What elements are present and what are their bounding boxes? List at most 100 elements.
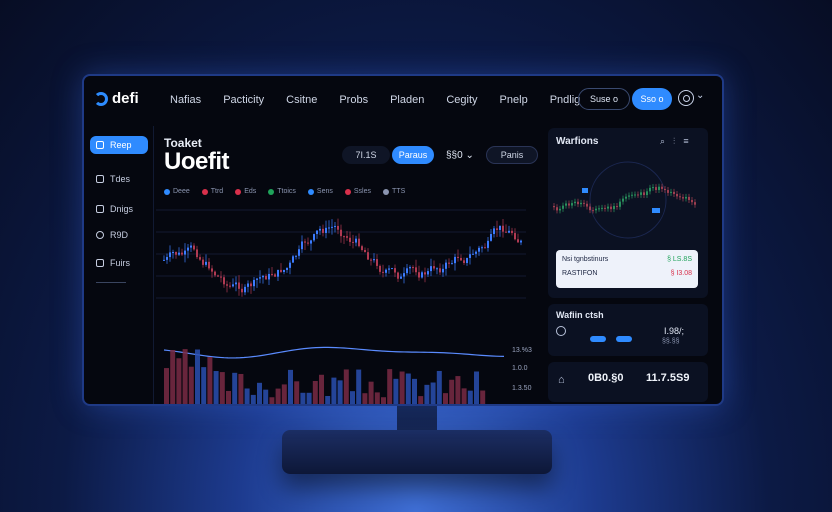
nav-item[interactable]: Pnelp (500, 94, 528, 106)
secondary-pill[interactable]: Panis (486, 146, 538, 164)
candle-body (616, 206, 618, 208)
y-axis-label: 13.%3 (512, 347, 532, 354)
legend-label: TTS (392, 188, 406, 195)
candle-body (472, 253, 474, 255)
candle-body (217, 275, 219, 277)
toggle-pill[interactable] (590, 336, 606, 342)
nav-item[interactable]: Nafias (170, 94, 201, 106)
outline-button[interactable]: Suse o (578, 88, 630, 110)
toggle-pill[interactable] (616, 336, 632, 342)
wallet-icon[interactable] (556, 326, 566, 336)
candle-body (208, 261, 210, 269)
legend-item[interactable]: Eds (235, 188, 256, 195)
candle-body (433, 266, 435, 269)
candle-body (652, 187, 654, 189)
sidebar-item-fuirs[interactable]: Fuirs (90, 254, 148, 272)
candle-body (259, 277, 261, 279)
avatar[interactable] (678, 90, 694, 106)
candle-body (181, 252, 183, 255)
chevron-down-icon[interactable]: ⌄ (696, 90, 704, 101)
volume-bar (257, 382, 262, 404)
sidebar-item-dnigs[interactable]: Dnigs (90, 200, 148, 218)
candle-body (463, 260, 465, 264)
primary-button[interactable]: Sso o (632, 88, 672, 110)
home-icon[interactable]: ⌂ (558, 374, 565, 386)
sidebar-divider (96, 282, 126, 283)
volume-bar (238, 373, 244, 404)
candle-body (553, 206, 555, 208)
legend-item[interactable]: Deee (164, 188, 190, 195)
candle-body (484, 247, 486, 249)
candle-body (373, 259, 375, 261)
sidebar-item-r9d[interactable]: R9D (90, 226, 148, 244)
candle-body (460, 257, 462, 261)
volume-bar (319, 374, 324, 404)
candle-body (292, 256, 294, 263)
candle-body (235, 282, 237, 285)
nav-item[interactable]: Pacticity (223, 94, 264, 106)
nav-item[interactable]: Cegity (446, 94, 477, 106)
legend-item[interactable]: Sens (307, 188, 333, 195)
nav-item[interactable]: Pladen (390, 94, 424, 106)
nav-item[interactable]: Pndlig (550, 94, 581, 106)
candle-body (574, 201, 576, 204)
dropdown[interactable]: §§0 ⌄ (446, 150, 474, 161)
volume-bar (195, 349, 200, 404)
app-logo[interactable]: defi (94, 90, 139, 107)
candle-body (511, 230, 513, 234)
legend-dot (164, 188, 170, 195)
legend-item[interactable]: Ttrd (201, 188, 223, 195)
nav-item[interactable]: Probs (339, 94, 368, 106)
candle-body (313, 234, 315, 241)
legend-item[interactable]: TTS (383, 188, 405, 195)
candle-body (694, 202, 696, 205)
action-pill[interactable]: Paraus (392, 146, 434, 164)
filter-icon[interactable]: ⫶ (673, 136, 675, 147)
candle-body (466, 257, 468, 264)
volume-bar (356, 369, 362, 404)
monitor-screen: defi Nafias Pacticity Csitne Probs Plade… (82, 74, 724, 406)
candle-body (670, 191, 672, 193)
candle-body (205, 261, 207, 265)
candle-body (505, 231, 507, 233)
summary-card[interactable]: Nsi tgnbstinurs § LS.8S RASTIFON § I3.08 (556, 250, 698, 288)
price-chart[interactable]: 13.%3 1.0.0 1.3.50 (156, 200, 546, 406)
nav-item[interactable]: Csitne (286, 94, 317, 106)
candle-body (244, 286, 246, 293)
candle-body (445, 262, 447, 269)
legend-item[interactable]: Ttoics (268, 188, 296, 195)
candle-body (265, 275, 267, 280)
candle-body (691, 200, 693, 203)
candle-body (496, 228, 498, 230)
candle-body (625, 196, 627, 199)
menu-icon[interactable]: ≡ (683, 136, 688, 147)
sidebar-item-tdes[interactable]: Tdes (90, 170, 148, 188)
candle-body (664, 188, 666, 191)
candle-body (676, 193, 678, 197)
candle-body (196, 249, 198, 258)
candle-body (226, 284, 228, 286)
search-icon[interactable]: ⌕ (660, 136, 665, 147)
candle-body (322, 228, 324, 233)
sidebar-item-reep[interactable]: Reep (90, 136, 148, 154)
legend-dot (344, 188, 351, 195)
candle-body (289, 262, 291, 268)
candle-body (673, 191, 675, 194)
wallet-icon (96, 205, 104, 213)
candle-body (559, 208, 561, 211)
volume-bar (412, 378, 417, 404)
candle-body (214, 271, 216, 276)
candle-body (442, 268, 444, 273)
candle-body (583, 202, 585, 204)
candle-body (661, 186, 663, 189)
logo-icon (94, 91, 108, 106)
monitor-stand-base (282, 430, 552, 474)
sidebar-item-label: Dnigs (110, 204, 134, 214)
candle-body (367, 252, 369, 260)
value-pill[interactable]: 7I.1S (342, 146, 390, 164)
legend-item[interactable]: Ssles (344, 188, 371, 195)
mini-chart[interactable] (548, 154, 708, 244)
volume-bar (219, 372, 225, 404)
candle-body (415, 267, 417, 273)
volume-bar (288, 369, 293, 404)
